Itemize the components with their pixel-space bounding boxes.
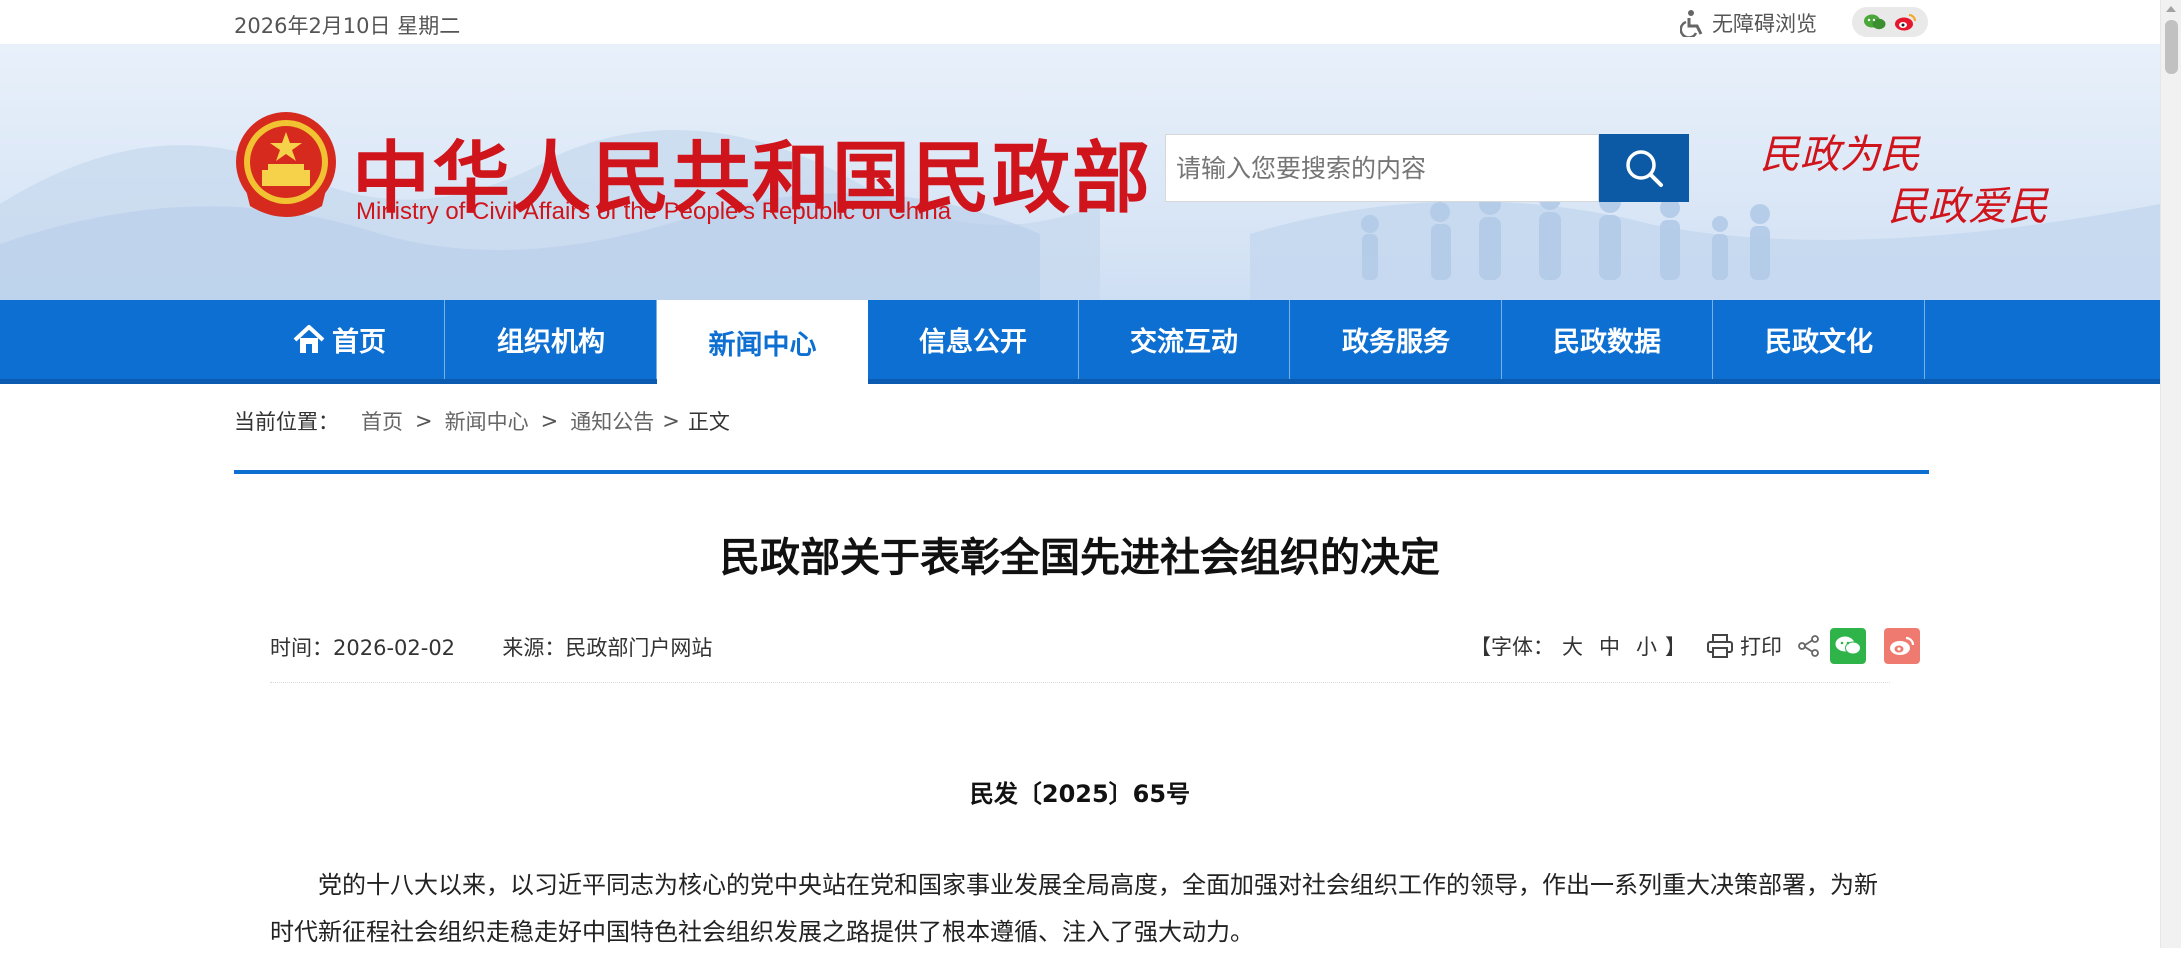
- font-size-medium[interactable]: 中: [1599, 631, 1620, 661]
- nav-item-services[interactable]: 政务服务: [1291, 300, 1502, 379]
- publish-date: 2026-02-02: [333, 636, 456, 660]
- wechat-icon: [1835, 636, 1861, 655]
- print-button[interactable]: 打印: [1706, 631, 1782, 661]
- breadcrumb-separator: >: [540, 409, 559, 433]
- accessibility-icon: [1680, 10, 1703, 37]
- nav-item-culture[interactable]: 民政文化: [1714, 300, 1925, 379]
- content-divider: [234, 470, 1929, 474]
- social-links: [1852, 7, 1928, 37]
- breadcrumb-current: 正文: [687, 410, 730, 434]
- breadcrumb: 当前位置： 首页 > 新闻中心 > 通知公告 > 正文: [234, 406, 730, 436]
- search-icon: [1626, 150, 1663, 187]
- time-label: 时间：: [270, 636, 333, 660]
- nav-item-home[interactable]: 首页: [234, 300, 445, 379]
- search-input[interactable]: [1166, 135, 1598, 201]
- article-paragraph: 党的十八大以来，以习近平同志为核心的党中央站在党和国家事业发展全局高度，全面加强…: [270, 871, 1878, 946]
- accessibility-label: 无障碍浏览: [1712, 12, 1817, 36]
- nav-item-info-disclosure[interactable]: 信息公开: [868, 300, 1079, 379]
- source-label: 来源：: [502, 636, 566, 660]
- nav-item-label: 政务服务: [1342, 327, 1450, 358]
- nav-item-label: 信息公开: [919, 327, 1027, 358]
- print-icon: [1707, 634, 1733, 658]
- accessibility-link[interactable]: 无障碍浏览: [1680, 8, 1817, 38]
- search-box: [1165, 134, 1599, 202]
- scroll-up-icon[interactable]: [2166, 6, 2176, 12]
- weibo-icon[interactable]: [1893, 12, 1917, 32]
- breadcrumb-notices[interactable]: 通知公告: [570, 406, 654, 436]
- article-title: 民政部关于表彰全国先进社会组织的决定: [720, 535, 1440, 581]
- weibo-icon: [1890, 636, 1915, 655]
- slogan-line-2: 民政爱民: [1888, 184, 2048, 230]
- current-date: 2026年2月10日 星期二: [234, 14, 461, 38]
- wechat-icon[interactable]: [1863, 12, 1887, 32]
- breadcrumb-news[interactable]: 新闻中心: [445, 406, 529, 436]
- national-emblem-icon: [236, 112, 336, 217]
- share-icon[interactable]: [1798, 635, 1820, 657]
- header-banner: 中华人民共和国民政部 Ministry of Civil Affairs of …: [0, 44, 2160, 300]
- nav-item-news[interactable]: 新闻中心: [657, 300, 868, 384]
- nav-item-label: 新闻中心: [708, 329, 817, 361]
- nav-item-organization[interactable]: 组织机构: [446, 300, 657, 379]
- font-size-large[interactable]: 大: [1562, 631, 1583, 661]
- nav-item-label: 交流互动: [1130, 327, 1238, 358]
- breadcrumb-home[interactable]: 首页: [361, 406, 403, 436]
- slogan-line-1: 民政为民: [1760, 132, 1920, 178]
- scrollbar-thumb[interactable]: [2165, 20, 2178, 74]
- font-size-prefix: 【字体：: [1470, 635, 1554, 659]
- nav-item-data[interactable]: 民政数据: [1502, 300, 1713, 379]
- wechat-share-button[interactable]: [1830, 628, 1866, 664]
- nav-item-label: 首页: [332, 327, 386, 358]
- font-size-suffix: 】: [1665, 635, 1686, 659]
- main-nav: 首页 组织机构 新闻中心 信息公开 交流互动 政务服务 民政数据 民政文化: [0, 300, 2160, 384]
- document-number: 民发〔2025〕65号: [969, 780, 1191, 808]
- font-size-small[interactable]: 小: [1636, 631, 1657, 661]
- breadcrumb-separator: >: [662, 409, 680, 433]
- article-meta: 时间：2026-02-02 来源：民政部门户网站: [270, 632, 712, 662]
- site-title-en: Ministry of Civil Affairs of the People'…: [356, 198, 952, 225]
- meta-divider: [270, 682, 1890, 683]
- nav-item-label: 民政数据: [1553, 327, 1661, 358]
- breadcrumb-label: 当前位置：: [234, 410, 339, 434]
- print-label: 打印: [1740, 635, 1782, 659]
- home-icon: [293, 324, 325, 353]
- nav-item-label: 民政文化: [1765, 327, 1873, 358]
- search-button[interactable]: [1599, 134, 1689, 202]
- page-scrollbar[interactable]: [2160, 0, 2181, 948]
- article-source: 民政部门户网站: [565, 636, 713, 660]
- breadcrumb-separator: >: [415, 409, 433, 433]
- weibo-share-button[interactable]: [1884, 628, 1920, 664]
- nav-item-interaction[interactable]: 交流互动: [1079, 300, 1290, 379]
- nav-item-label: 组织机构: [497, 327, 605, 358]
- top-bar: 2026年2月10日 星期二 无障碍浏览: [0, 0, 2160, 44]
- article-tools: 【字体： 大 中 小 】 打印: [1470, 628, 1920, 664]
